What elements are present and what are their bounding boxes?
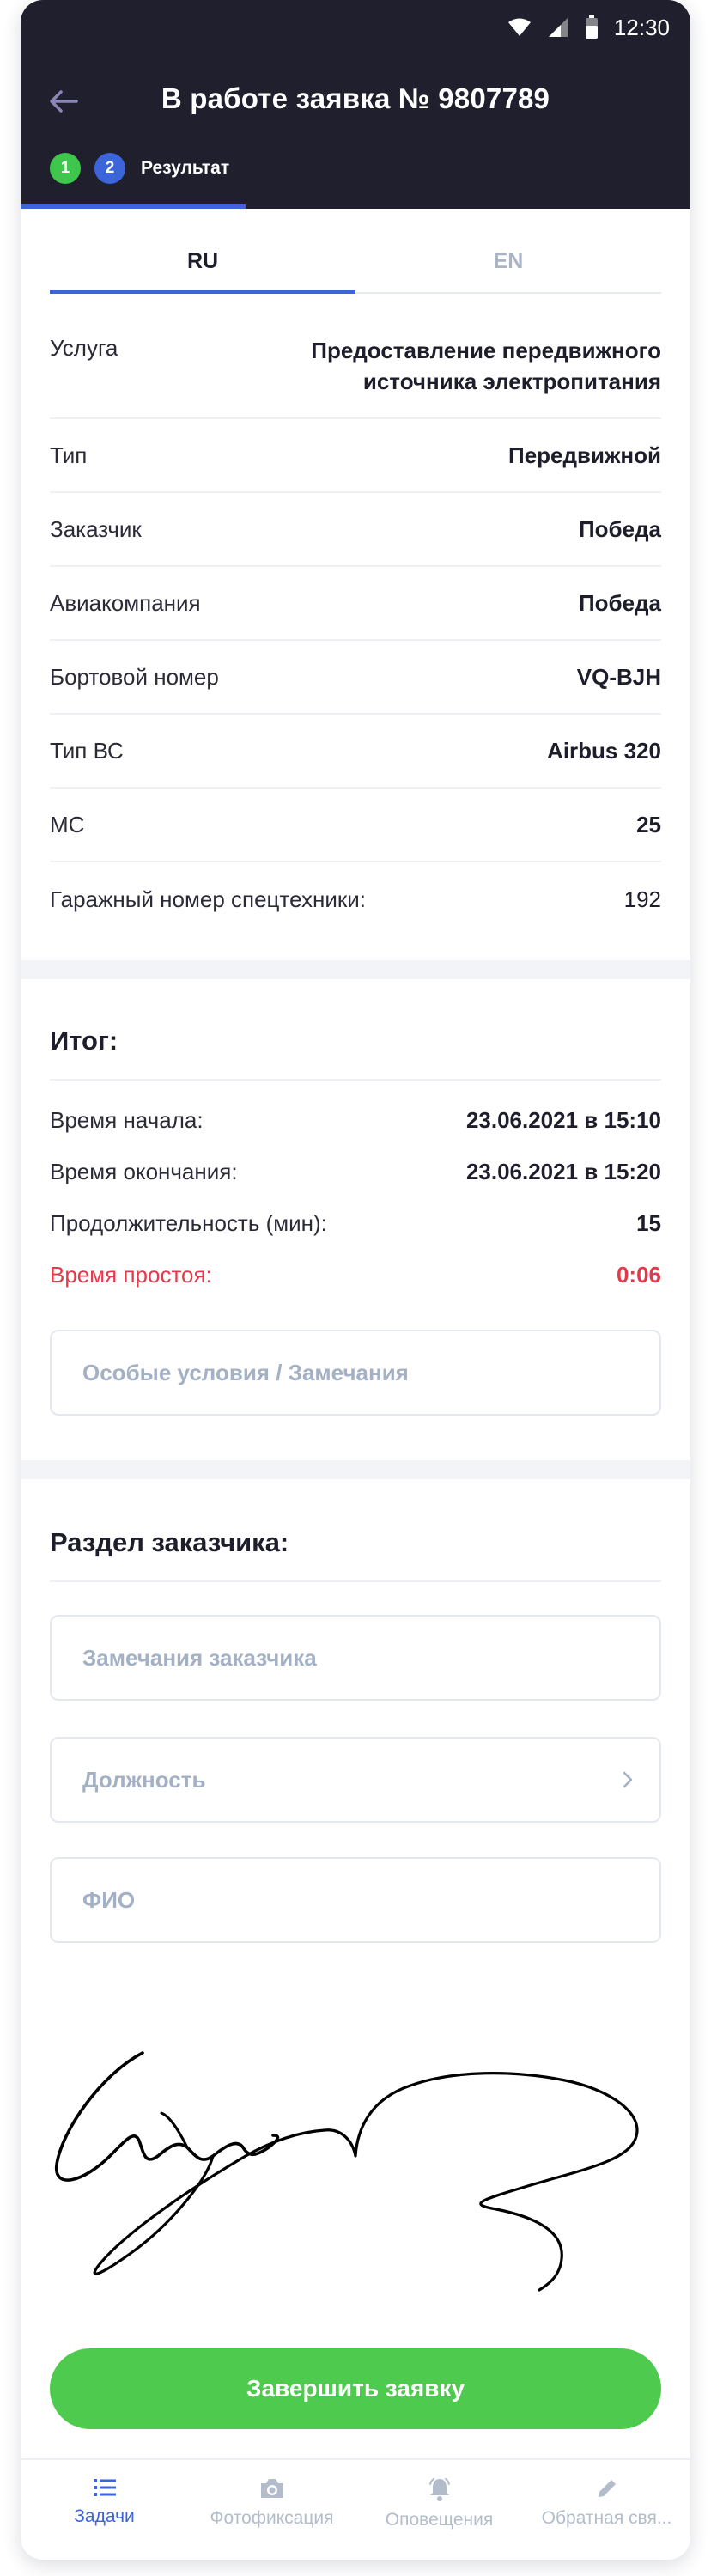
detail-key: Услуга	[50, 335, 118, 361]
detail-key: Бортовой номер	[50, 663, 219, 690]
summary-row-duration: Продолжительность (мин): 15	[50, 1197, 661, 1249]
status-time: 12:30	[613, 14, 670, 40]
step-2-badge[interactable]: 2	[94, 153, 125, 184]
summary-value: 23.06.2021 в 15:20	[465, 1158, 661, 1184]
customer-signature[interactable]	[50, 2027, 661, 2302]
finish-request-button[interactable]: Завершить заявку	[50, 2348, 661, 2429]
detail-key: Заказчик	[50, 515, 142, 542]
summary-list: Время начала: 23.06.2021 в 15:10 Время о…	[50, 1094, 661, 1300]
special-conditions-placeholder: Особые условия / Замечания	[82, 1359, 409, 1385]
full-name-placeholder: ФИО	[82, 1886, 136, 1913]
detail-key: Тип ВС	[50, 737, 124, 764]
pencil-icon	[598, 2480, 616, 2497]
request-details: Услуга Предоставление передвижного источ…	[50, 320, 661, 936]
signal-icon	[548, 18, 568, 37]
summary-value: 15	[636, 1209, 661, 1236]
summary-row-start: Время начала: 23.06.2021 в 15:10	[50, 1094, 661, 1146]
language-tabs: RU EN	[50, 230, 661, 294]
detail-value: Победа	[578, 589, 661, 616]
detail-row-garage-number: Гаражный номер спецтехники: 192	[50, 862, 661, 936]
detail-value: VQ-BJH	[576, 663, 661, 690]
app-header: 12:30 В работе заявка № 9807789 1 2 Резу…	[21, 0, 690, 209]
nav-label: Задачи	[74, 2506, 135, 2526]
customer-remarks-placeholder: Замечания заказчика	[82, 1644, 317, 1671]
page-title: В работе заявка № 9807789	[161, 82, 550, 114]
step-2-label: Результат	[141, 158, 230, 178]
position-placeholder: Должность	[82, 1766, 206, 1793]
detail-row-airline: Авиакомпания Победа	[50, 567, 661, 641]
section-divider	[21, 960, 690, 979]
summary-key: Время начала:	[50, 1106, 204, 1133]
detail-row-aircraft-type: Тип ВС Airbus 320	[50, 715, 661, 789]
detail-key: МС	[50, 811, 85, 837]
detail-value: 25	[636, 811, 661, 837]
detail-row-tail-number: Бортовой номер VQ-BJH	[50, 641, 661, 715]
nav-item-tasks[interactable]: Задачи	[21, 2460, 188, 2560]
summary-row-end: Время окончания: 23.06.2021 в 15:20	[50, 1146, 661, 1197]
status-bar: 12:30	[507, 9, 670, 46]
battery-icon	[585, 15, 598, 39]
phone-screen: 12:30 В работе заявка № 9807789 1 2 Резу…	[21, 0, 690, 2560]
summary-key: Время окончания:	[50, 1158, 238, 1184]
summary-key: Время простоя:	[50, 1261, 212, 1288]
summary-value: 23.06.2021 в 15:10	[465, 1106, 661, 1133]
detail-value: Airbus 320	[547, 737, 661, 764]
full-name-input[interactable]: ФИО	[50, 1857, 661, 1943]
detail-row-service: Услуга Предоставление передвижного источ…	[50, 320, 661, 419]
detail-row-type: Тип Передвижной	[50, 419, 661, 493]
tab-en[interactable]: EN	[356, 230, 661, 292]
chevron-right-icon	[622, 1770, 634, 1789]
detail-value: 192	[623, 886, 661, 912]
step-1-number: 1	[60, 159, 70, 177]
nav-item-photo[interactable]: Фотофиксация	[188, 2460, 356, 2560]
customer-section-title: Раздел заказчика:	[50, 1527, 289, 1557]
summary-title: Итог:	[50, 1026, 118, 1056]
summary-divider	[50, 1079, 661, 1081]
summary-key: Продолжительность (мин):	[50, 1209, 327, 1236]
step-1-badge[interactable]: 1	[50, 153, 81, 184]
camera-icon	[260, 2479, 283, 2498]
step-progress-underline	[21, 204, 246, 209]
step-2-number: 2	[105, 159, 115, 177]
nav-label: Обратная свя...	[541, 2508, 672, 2528]
step-indicator: 1 2 Результат	[50, 153, 229, 184]
special-conditions-input[interactable]: Особые условия / Замечания	[50, 1330, 661, 1416]
detail-value: Передвижной	[508, 442, 661, 468]
detail-value: Предоставление передвижного источника эл…	[311, 338, 661, 394]
detail-row-customer: Заказчик Победа	[50, 493, 661, 567]
tab-ru[interactable]: RU	[50, 230, 356, 294]
bell-icon	[428, 2478, 450, 2501]
detail-key: Авиакомпания	[50, 589, 201, 616]
section-divider	[21, 1460, 690, 1479]
detail-key: Гаражный номер спецтехники:	[50, 886, 366, 912]
list-icon	[93, 2479, 116, 2496]
customer-remarks-input[interactable]: Замечания заказчика	[50, 1615, 661, 1701]
nav-label: Оповещения	[385, 2510, 494, 2530]
nav-label: Фотофиксация	[210, 2508, 334, 2528]
wifi-icon	[507, 18, 531, 36]
customer-section-divider	[50, 1580, 661, 1582]
bottom-navigation: Задачи Фотофиксация Оповещения Обратная …	[21, 2458, 690, 2560]
position-select[interactable]: Должность	[50, 1737, 661, 1823]
summary-value: 0:06	[616, 1261, 661, 1288]
nav-item-notifications[interactable]: Оповещения	[356, 2460, 523, 2560]
summary-row-downtime: Время простоя: 0:06	[50, 1249, 661, 1300]
nav-item-feedback[interactable]: Обратная свя...	[523, 2460, 690, 2560]
detail-value: Победа	[578, 515, 661, 542]
detail-row-stand: МС 25	[50, 789, 661, 862]
detail-key: Тип	[50, 442, 88, 468]
